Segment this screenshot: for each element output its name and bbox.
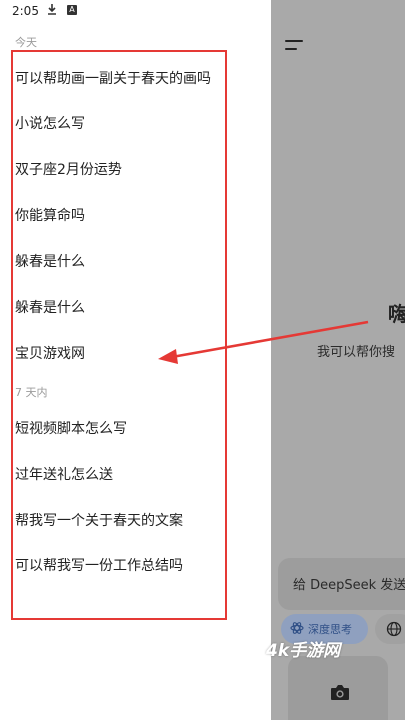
history-item[interactable]: 短视频脚本怎么写 — [15, 418, 127, 438]
history-item[interactable]: 可以帮我写一份工作总结吗 — [15, 555, 183, 575]
a-badge-icon: A — [67, 5, 77, 15]
history-item[interactable]: 过年送礼怎么送 — [15, 464, 113, 484]
web-search-button[interactable] — [375, 614, 405, 644]
history-drawer: 今天 可以帮助画一副关于春天的画吗 小说怎么写 双子座2月份运势 你能算命吗 躲… — [0, 24, 271, 720]
status-time: 2:05 — [12, 4, 39, 18]
main-panel[interactable]: 嗨 我可以帮你搜 给 DeepSeek 发送 深度思考 — [271, 0, 405, 720]
history-item[interactable]: 双子座2月份运势 — [15, 159, 122, 179]
history-item[interactable]: 躲春是什么 — [15, 251, 85, 271]
menu-icon[interactable] — [285, 40, 303, 52]
message-input-placeholder: 给 DeepSeek 发送 — [293, 578, 405, 593]
section-label-7days: 7 天内 — [15, 386, 48, 399]
download-icon — [47, 3, 57, 18]
subtitle-text: 我可以帮你搜 — [317, 345, 396, 360]
deep-think-label: 深度思考 — [308, 623, 352, 636]
highlight-frame — [11, 50, 227, 620]
history-item[interactable]: 躲春是什么 — [15, 297, 85, 317]
history-item[interactable]: 你能算命吗 — [15, 205, 85, 225]
watermark-text: 4k手游网 — [266, 641, 341, 661]
greeting-text: 嗨 — [388, 302, 405, 326]
globe-icon — [386, 621, 402, 641]
camera-button[interactable] — [288, 656, 388, 720]
camera-icon — [330, 684, 350, 705]
section-label-today: 今天 — [15, 36, 37, 49]
history-item[interactable]: 帮我写一个关于春天的文案 — [15, 510, 183, 530]
history-item[interactable]: 可以帮助画一副关于春天的画吗 — [15, 68, 211, 88]
history-item[interactable]: 小说怎么写 — [15, 113, 85, 133]
history-item[interactable]: 宝贝游戏网 — [15, 343, 85, 363]
